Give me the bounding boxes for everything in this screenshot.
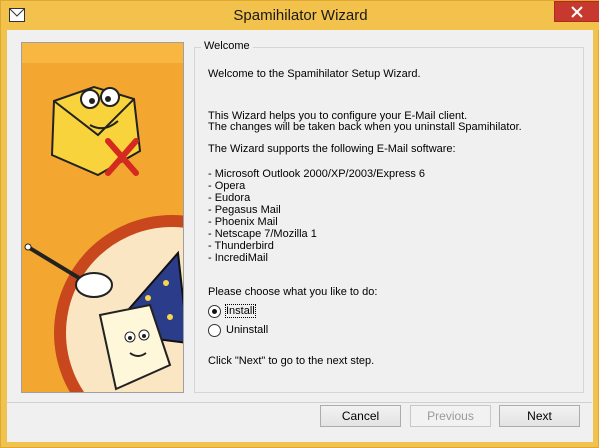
software-item: - IncrediMail: [208, 252, 268, 264]
title-bar[interactable]: Spamihilator Wizard: [1, 1, 599, 30]
uninstall-label[interactable]: Uninstall: [226, 324, 268, 336]
software-item: - Netscape 7/Mozilla 1: [208, 228, 317, 240]
close-icon: [571, 6, 583, 18]
software-item: - Eudora: [208, 192, 251, 204]
supports-text: The Wizard supports the following E-Mail…: [208, 143, 456, 155]
window-title: Spamihilator Wizard: [233, 7, 368, 24]
uninstall-radio[interactable]: [208, 324, 221, 337]
next-hint-text: Click "Next" to go to the next step.: [208, 355, 375, 367]
mascot-illustration: [22, 43, 183, 392]
software-item: - Opera: [208, 180, 246, 192]
install-radio[interactable]: [208, 305, 221, 318]
help-line-2: The changes will be taken back when you …: [208, 121, 522, 133]
software-item: - Microsoft Outlook 2000/XP/2003/Express…: [208, 168, 426, 180]
software-item: - Phoenix Mail: [208, 216, 278, 228]
software-item: - Pegasus Mail: [208, 204, 281, 216]
close-button[interactable]: [554, 1, 599, 22]
welcome-text: Welcome to the Spamihilator Setup Wizard…: [208, 68, 421, 80]
radio-selected-dot: [212, 309, 217, 314]
group-label: Welcome: [201, 40, 253, 52]
wizard-illustration: [21, 42, 184, 393]
software-item: - Thunderbird: [208, 240, 274, 252]
choose-text: Please choose what you like to do:: [208, 286, 378, 298]
install-label[interactable]: Install: [225, 304, 256, 318]
